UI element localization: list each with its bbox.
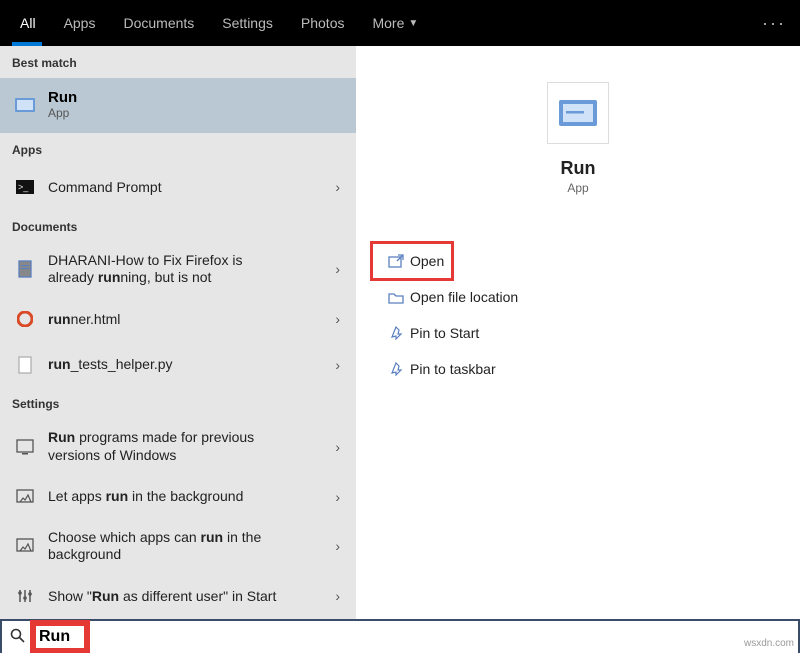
search-input-highlight — [33, 623, 87, 651]
file-icon — [12, 356, 38, 374]
section-apps: Apps — [0, 133, 356, 165]
result-title: Run — [48, 89, 77, 106]
chevron-right-icon: › — [331, 357, 344, 373]
tab-settings[interactable]: Settings — [208, 0, 287, 46]
result-command-prompt[interactable]: >_ Command Prompt › — [0, 165, 356, 210]
chevron-right-icon: › — [331, 439, 344, 455]
result-setting-0[interactable]: Run programs made for previousversions o… — [0, 419, 356, 474]
tab-photos[interactable]: Photos — [287, 0, 359, 46]
chevron-right-icon: › — [331, 179, 344, 195]
svg-text:>_: >_ — [18, 182, 29, 192]
chevron-right-icon: › — [331, 261, 344, 277]
chevron-right-icon: › — [331, 489, 344, 505]
tab-documents[interactable]: Documents — [109, 0, 208, 46]
preview-run-icon — [547, 82, 609, 144]
more-options-button[interactable]: ··· — [762, 13, 786, 34]
pin-icon — [382, 362, 410, 376]
search-filter-tabs: All Apps Documents Settings Photos More▼… — [0, 0, 800, 46]
tab-apps[interactable]: Apps — [50, 0, 110, 46]
background-apps-icon — [12, 489, 38, 505]
run-icon — [12, 96, 38, 114]
search-icon — [10, 628, 25, 647]
result-label: Run programs made for previousversions o… — [48, 429, 331, 464]
result-setting-1[interactable]: Let apps run in the background › — [0, 474, 356, 519]
sliders-icon — [12, 588, 38, 604]
action-open-file-location[interactable]: Open file location — [372, 279, 784, 315]
action-pin-to-taskbar[interactable]: Pin to taskbar — [372, 351, 784, 387]
active-tab-indicator — [12, 42, 42, 46]
search-input[interactable] — [39, 628, 81, 646]
section-documents: Documents — [0, 210, 356, 242]
chevron-right-icon: › — [331, 538, 344, 554]
result-label: DHARANI-How to Fix Firefox is already ru… — [48, 252, 331, 287]
result-doc-0[interactable]: DHARANI-How to Fix Firefox is already ru… — [0, 242, 356, 297]
choose-apps-icon — [12, 538, 38, 554]
result-label: Show "Run as different user" in Start — [48, 588, 331, 606]
watermark: wsxdn.com — [744, 638, 794, 649]
result-label: Choose which apps can run in thebackgrou… — [48, 529, 331, 564]
section-settings: Settings — [0, 387, 356, 419]
result-type: App — [48, 106, 77, 121]
search-bar[interactable] — [0, 619, 800, 653]
open-icon — [382, 254, 410, 268]
action-open[interactable]: Open — [372, 243, 452, 279]
tab-more[interactable]: More▼ — [358, 0, 432, 46]
result-doc-1[interactable]: runner.html › — [0, 297, 356, 342]
action-pin-to-start[interactable]: Pin to Start — [372, 315, 784, 351]
chevron-right-icon: › — [331, 311, 344, 327]
chevron-down-icon: ▼ — [408, 18, 418, 29]
results-panel: Best match Run App Apps >_ Command Promp… — [0, 46, 356, 619]
result-run-app[interactable]: Run App — [0, 78, 356, 133]
chevron-right-icon: › — [331, 588, 344, 604]
result-doc-2[interactable]: run_tests_helper.py › — [0, 342, 356, 387]
preview-title: Run — [561, 158, 596, 179]
pin-icon — [382, 326, 410, 340]
result-label: runner.html — [48, 311, 331, 329]
result-setting-2[interactable]: Choose which apps can run in thebackgrou… — [0, 519, 356, 574]
result-setting-3[interactable]: Show "Run as different user" in Start › — [0, 574, 356, 619]
tab-all[interactable]: All — [6, 0, 50, 46]
terminal-icon: >_ — [12, 180, 38, 194]
compatibility-icon — [12, 439, 38, 455]
result-label: Let apps run in the background — [48, 488, 331, 506]
preview-type: App — [567, 181, 588, 195]
preview-panel: Run App Open Open file location Pin to S… — [356, 46, 800, 619]
opera-icon — [12, 311, 38, 327]
document-icon — [12, 260, 38, 278]
folder-icon — [382, 291, 410, 304]
result-label: run_tests_helper.py — [48, 356, 331, 374]
section-best-match: Best match — [0, 46, 356, 78]
